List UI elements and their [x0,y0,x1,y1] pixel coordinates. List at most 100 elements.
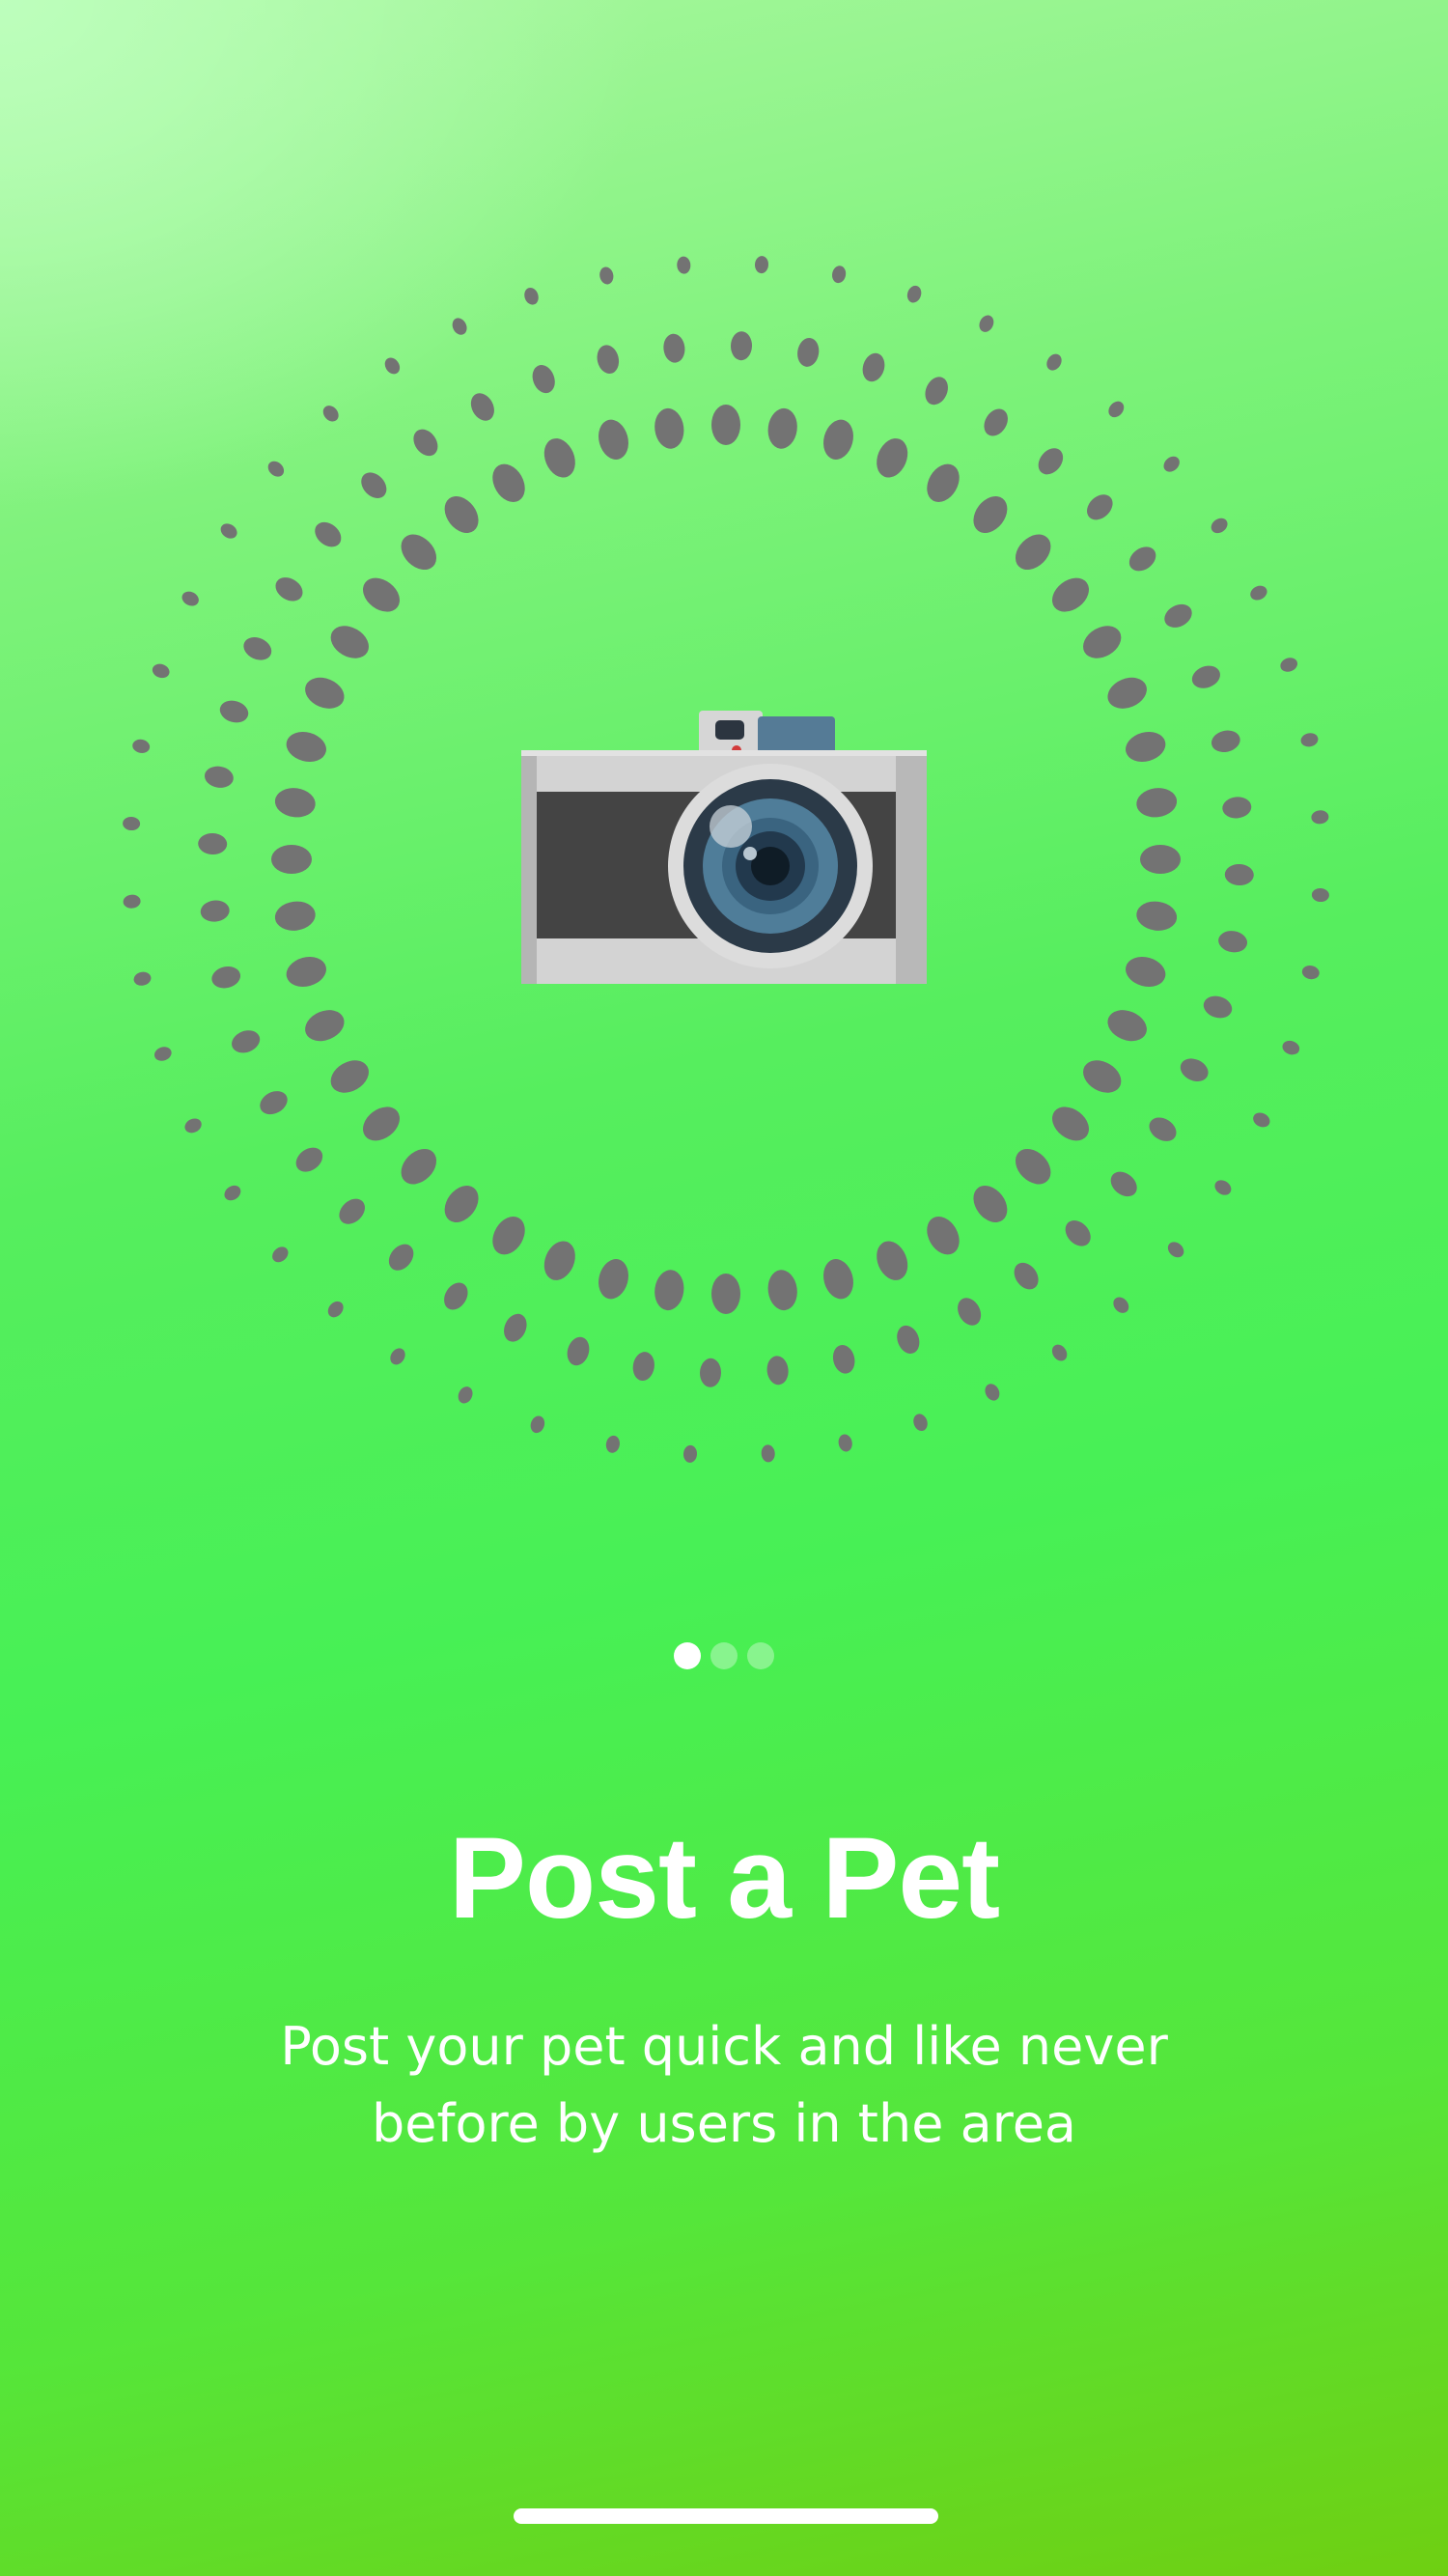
decorative-dot [927,1217,960,1255]
decorative-dot [444,1282,468,1310]
decorative-dot [458,1386,473,1404]
decorative-dot [1282,1040,1300,1055]
decorative-dot [470,393,494,421]
decorative-dot [543,438,575,478]
decorative-dot [295,1147,323,1172]
decorative-dot [524,287,539,305]
decorative-dot [133,971,152,986]
decorative-dot [1250,585,1267,601]
decorative-dot [504,1313,527,1342]
decorative-dot [597,345,620,375]
decorative-dot [1163,456,1180,472]
decorative-dot [1222,797,1252,819]
decorative-dot [1203,995,1233,1019]
decorative-dot [677,256,691,274]
decorative-dot [1113,1297,1129,1313]
decorative-dot [567,1336,590,1366]
decorative-dot [267,461,285,477]
decorative-dot [1191,665,1220,688]
decorative-dot [1107,1010,1147,1042]
decorative-dot [220,523,237,539]
decorative-dot [204,766,234,788]
decorative-dot [979,315,994,332]
decorative-dot [219,700,249,723]
decorative-dot [1167,1242,1184,1258]
decorative-dot [1015,534,1051,571]
decorative-dot [838,1434,852,1452]
decorative-dot [823,1259,853,1300]
decorative-dot [1051,1344,1068,1361]
decorative-dot [272,1246,289,1263]
decorative-dot [322,406,339,422]
decorative-dot [984,408,1008,436]
decorative-dot [1136,901,1178,931]
decorative-dot [1164,603,1192,628]
decorative-dot [797,337,820,367]
decorative-dot [754,256,769,274]
decorative-dot [388,1244,414,1271]
decorative-dot [401,534,437,571]
decorative-dot [1083,626,1122,658]
decorative-dot [184,1118,202,1134]
decorative-dot [1140,845,1181,874]
decorative-dot [153,1047,172,1061]
camera-icon [521,711,927,984]
decorative-dot [315,521,342,547]
decorative-dot [599,1259,628,1300]
decorative-dot [200,900,230,922]
decorative-dot [543,1241,575,1280]
decorative-dot [363,1106,400,1141]
decorative-dot [327,1301,344,1318]
decorative-dot [274,788,316,818]
home-indicator[interactable] [514,2508,938,2524]
page-dot-2[interactable] [710,1642,738,1669]
decorative-dot [925,377,948,406]
decorative-dot [767,407,797,449]
decorative-dot [1128,546,1156,572]
decorative-dot [654,1270,684,1311]
decorative-dot [1311,887,1329,903]
decorative-dot [1052,577,1089,612]
decorative-dot [913,1414,928,1432]
decorative-dot [1126,732,1166,762]
decorative-dot [271,845,312,874]
decorative-dot [832,1344,855,1374]
decorative-dot [927,463,960,502]
decorative-dot [198,832,228,855]
page-indicator[interactable] [0,1641,1448,1670]
decorative-dot [1149,1117,1177,1141]
decorative-dot [1224,863,1254,886]
decorative-dot [492,463,525,502]
decorative-dot [711,1274,740,1314]
decorative-dot [413,429,438,457]
decorative-dot [605,1435,620,1453]
decorative-dot [1214,1180,1232,1195]
decorative-dot [958,1298,982,1326]
decorative-dot [1083,1060,1122,1093]
decorative-dot [730,331,753,361]
decorative-dot [444,1186,479,1222]
decorative-dot [286,732,326,762]
decorative-dot [123,894,141,909]
decorative-dot [401,1148,437,1185]
decorative-dot [906,285,922,303]
decorative-dot [260,1091,288,1115]
decorative-dot [286,957,326,987]
decorative-dot [761,1444,775,1463]
decorative-dot [492,1217,525,1255]
decorative-dot [1218,931,1248,953]
onboarding-title: Post a Pet [448,1813,1000,1943]
decorative-dot [384,357,401,375]
decorative-dot [1211,730,1240,753]
decorative-dot [599,419,628,460]
decorative-dot [339,1198,365,1224]
decorative-dot [823,419,853,460]
decorative-dot [1038,448,1064,475]
decorative-dot [530,1415,545,1434]
decorative-dot [862,352,885,382]
page-dot-1[interactable] [674,1642,701,1669]
decorative-dot [363,577,400,612]
decorative-dot [973,496,1008,533]
page-dot-3[interactable] [747,1642,774,1669]
onboarding-description: Post your pet quick and like never befor… [280,2016,1168,2154]
